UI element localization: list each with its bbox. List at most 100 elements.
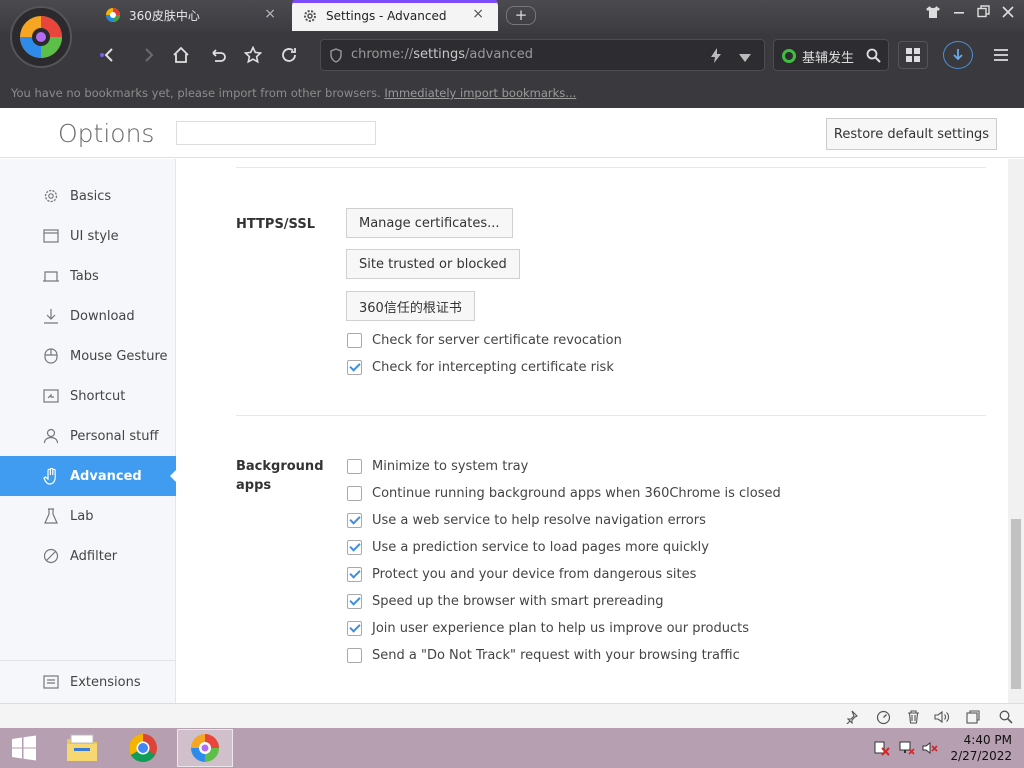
system-clock[interactable]: 4:40 PM 2/27/2022 (946, 732, 1012, 764)
checkbox-prediction-service[interactable]: Use a prediction service to load pages m… (347, 538, 709, 556)
lightning-icon[interactable] (711, 48, 721, 67)
trusted-root-certificates-button[interactable]: 360信任的根证书 (346, 291, 475, 321)
checkbox-label: Use a web service to help resolve naviga… (372, 512, 706, 528)
url-scheme: chrome:// (351, 47, 414, 62)
checkbox[interactable] (347, 647, 362, 663)
url-host: settings (413, 47, 466, 62)
chrome-icon[interactable] (115, 729, 171, 767)
close-tab-icon[interactable]: × (472, 6, 484, 22)
clock-date: 2/27/2022 (950, 749, 1012, 763)
sidebar-item-extensions[interactable]: Extensions (0, 662, 176, 702)
home-icon[interactable] (166, 41, 196, 69)
network-icon[interactable] (899, 740, 915, 756)
checkbox[interactable] (347, 593, 362, 609)
sidebar-item-label: Shortcut (70, 388, 126, 404)
shortcut-icon (42, 387, 60, 405)
manage-certificates-button[interactable]: Manage certificates... (346, 208, 513, 238)
windows-taskbar: 4:40 PM 2/27/2022 (0, 728, 1024, 768)
sidebar-item-download[interactable]: Download (0, 296, 176, 336)
checkbox[interactable] (347, 359, 362, 375)
checkbox[interactable] (347, 566, 362, 582)
search-icon[interactable] (866, 48, 881, 67)
muted-speaker-icon[interactable] (922, 740, 938, 756)
sidebar-item-lab[interactable]: Lab (0, 496, 176, 536)
360-browser-logo[interactable] (10, 6, 72, 68)
trash-icon[interactable] (904, 708, 922, 726)
checkbox-user-experience-plan[interactable]: Join user experience plan to help us imp… (347, 619, 749, 637)
sidebar-item-shortcut[interactable]: Shortcut (0, 376, 176, 416)
sidebar-item-ui-style[interactable]: UI style (0, 216, 176, 256)
undo-close-icon[interactable] (203, 41, 233, 69)
address-bar[interactable]: chrome://settings/advanced (320, 39, 765, 71)
refresh-icon[interactable] (274, 41, 304, 69)
menu-icon[interactable] (986, 41, 1016, 69)
zoom-icon[interactable] (997, 708, 1015, 726)
chevron-down-icon[interactable] (739, 51, 751, 66)
gear-icon (42, 187, 60, 205)
speedometer-icon[interactable] (874, 708, 892, 726)
checkbox-label: Continue running background apps when 36… (372, 485, 781, 501)
sidebar-item-label: Mouse Gesture (70, 348, 168, 364)
checkbox[interactable] (347, 458, 362, 474)
network-warning-icon[interactable] (874, 740, 890, 756)
checkbox[interactable] (347, 620, 362, 636)
checkbox[interactable] (347, 512, 362, 528)
shield-icon (329, 48, 343, 67)
sidebar-item-label: Basics (70, 188, 112, 204)
close-window-icon[interactable] (997, 4, 1019, 26)
360-browser-taskbar-icon[interactable] (177, 729, 233, 767)
volume-icon[interactable] (933, 708, 951, 726)
checkbox-label: Minimize to system tray (372, 458, 529, 474)
extensions-icon (42, 673, 60, 691)
sidebar-item-mouse-gesture[interactable]: Mouse Gesture (0, 336, 176, 376)
checkbox-dangerous-sites-protection[interactable]: Protect you and your device from dangero… (347, 565, 696, 583)
background-apps-section-label: Background apps (236, 457, 324, 495)
checkbox-do-not-track[interactable]: Send a "Do Not Track" request with your … (347, 646, 740, 664)
checkbox[interactable] (347, 485, 362, 501)
checkbox-intercepting-certificate-risk[interactable]: Check for intercepting certificate risk (347, 358, 614, 376)
sidebar-item-basics[interactable]: Basics (0, 176, 176, 216)
checkbox[interactable] (347, 332, 362, 348)
site-trusted-or-blocked-button[interactable]: Site trusted or blocked (346, 249, 520, 279)
apps-grid-icon[interactable] (898, 41, 928, 69)
scrollbar-thumb[interactable] (1011, 519, 1021, 689)
windows-start-icon[interactable] (0, 729, 48, 767)
tab-settings-advanced[interactable]: Settings - Advanced × (292, 0, 498, 31)
back-icon[interactable] (94, 41, 124, 69)
import-bookmarks-link[interactable]: Immediately import bookmarks... (384, 86, 576, 100)
sidebar-divider (0, 660, 176, 661)
checkbox-certificate-revocation[interactable]: Check for server certificate revocation (347, 331, 622, 349)
checkbox-navigation-errors-service[interactable]: Use a web service to help resolve naviga… (347, 511, 706, 529)
flask-icon (42, 507, 60, 525)
search-box[interactable]: 基辅发生 (773, 39, 889, 71)
checkbox[interactable] (347, 539, 362, 555)
settings-search-input[interactable] (176, 121, 376, 145)
pin-icon[interactable] (842, 708, 860, 726)
minimize-icon[interactable] (948, 4, 970, 26)
new-tab-button[interactable]: + (506, 6, 536, 25)
download-manager-icon[interactable] (943, 41, 973, 69)
sidebar-item-adfilter[interactable]: Adfilter (0, 536, 176, 576)
browser-status-bar (0, 703, 1024, 728)
sidebar-item-advanced[interactable]: Advanced (0, 456, 177, 496)
checkbox-smart-prereading[interactable]: Speed up the browser with smart prereadi… (347, 592, 664, 610)
file-explorer-icon[interactable] (54, 729, 110, 767)
checkbox-continue-background-apps[interactable]: Continue running background apps when 36… (347, 484, 781, 502)
close-tab-icon[interactable]: × (264, 6, 276, 22)
sidebar-item-personal-stuff[interactable]: Personal stuff (0, 416, 176, 456)
search-input[interactable]: 基辅发生 (802, 47, 858, 66)
window-mode-icon[interactable] (964, 708, 982, 726)
forward-icon[interactable] (134, 41, 164, 69)
checkbox-minimize-to-tray[interactable]: Minimize to system tray (347, 457, 528, 475)
sidebar-item-tabs[interactable]: Tabs (0, 256, 176, 296)
restore-defaults-button[interactable]: Restore default settings (826, 118, 997, 150)
page-scrollbar[interactable] (1008, 159, 1024, 703)
restore-window-icon[interactable] (972, 4, 994, 26)
skin-icon[interactable] (922, 4, 944, 26)
sidebar-item-label: Personal stuff (70, 428, 159, 444)
url-path: /advanced (465, 47, 533, 62)
tab-skin-center[interactable]: 360皮肤中心 × (95, 0, 290, 30)
sidebar-item-label: Advanced (70, 468, 142, 484)
settings-content: HTTPS/SSL Manage certificates... Site tr… (176, 159, 1008, 703)
favorite-star-icon[interactable] (238, 41, 268, 69)
